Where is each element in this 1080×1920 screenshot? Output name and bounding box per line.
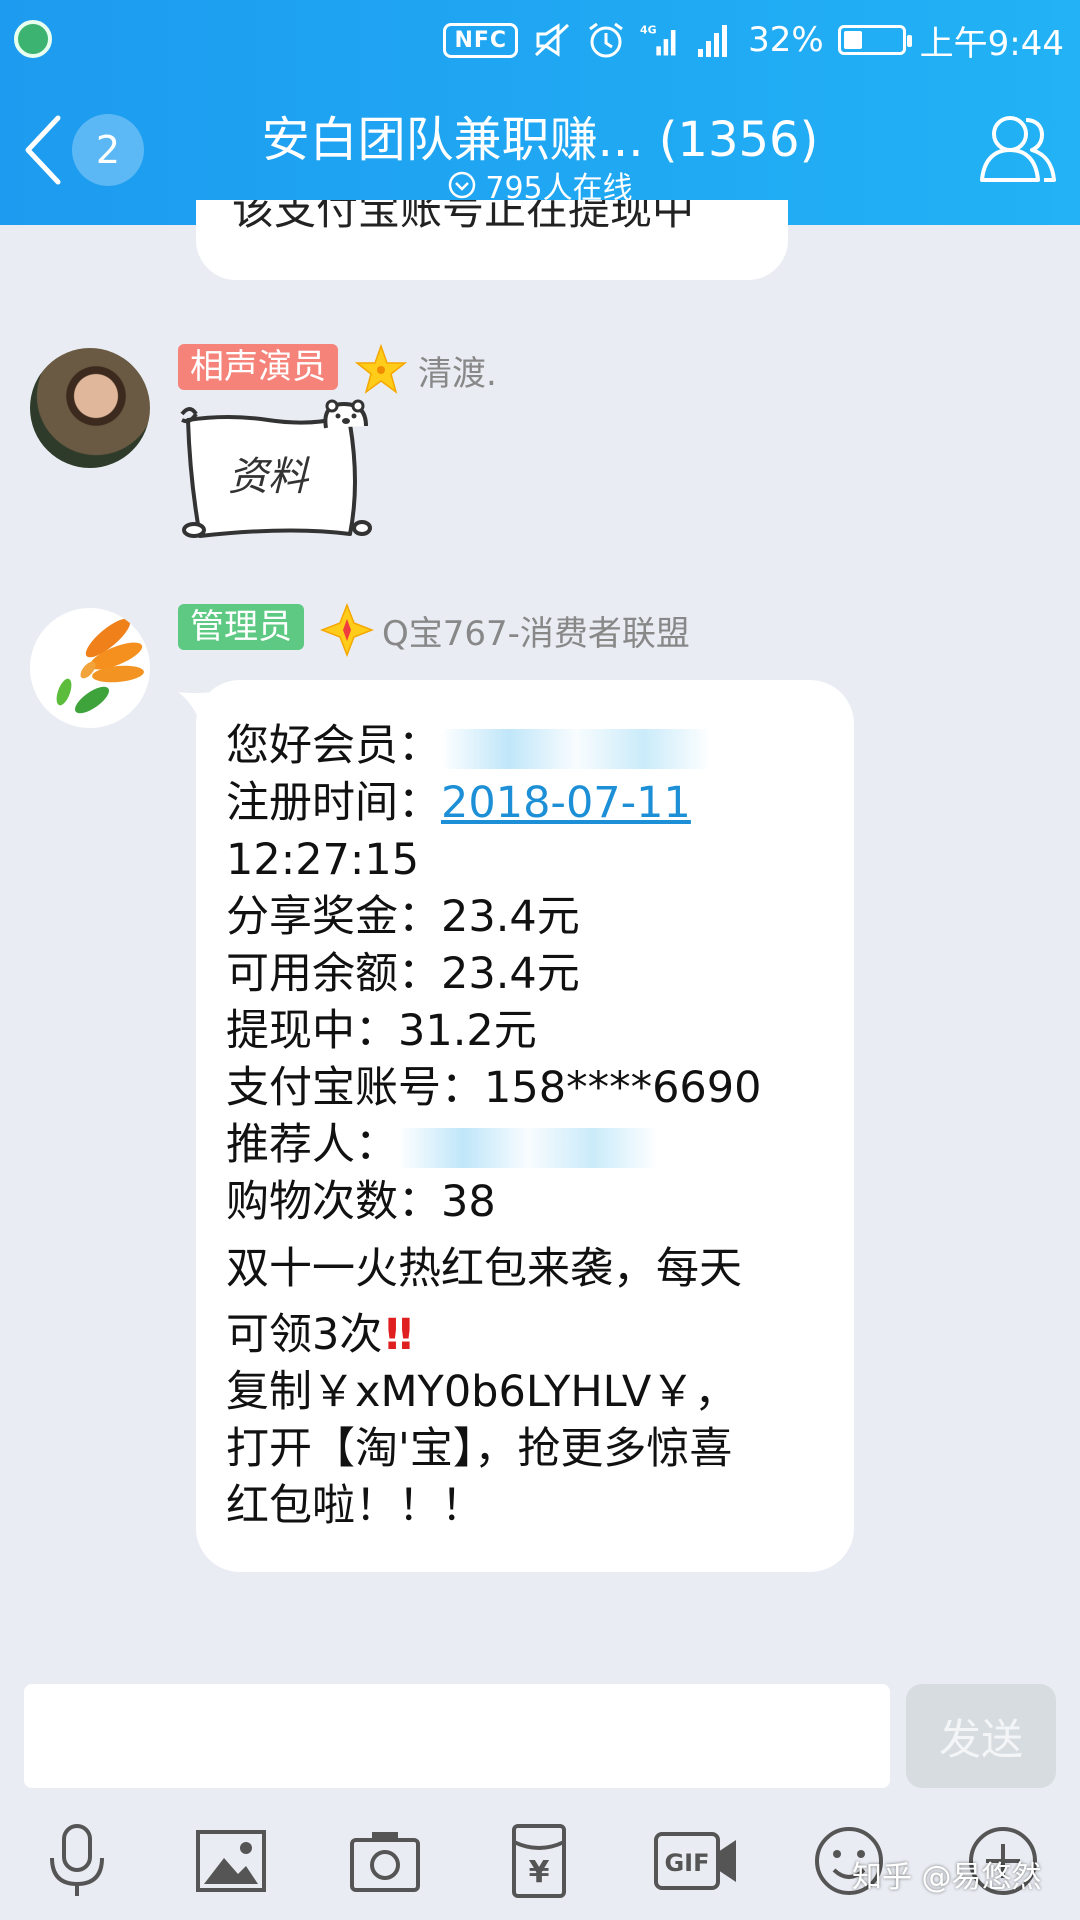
nfc-icon: NFC [443, 22, 519, 58]
referrer-label: 推荐人： [226, 1120, 398, 1170]
back-arrow-icon[interactable] [20, 112, 64, 188]
chat-header: NFC 4G 32% 上午9:44 2 安白团队兼职赚... (1356) 79… [0, 0, 1080, 225]
avatar[interactable] [30, 608, 150, 728]
online-check-icon [449, 171, 476, 199]
referrer-line: 推荐人： [226, 1117, 826, 1174]
withdrawing-amount: 提现中：31.2元 [226, 1006, 537, 1056]
svg-text:¥: ¥ [529, 1855, 550, 1890]
sender-name[interactable]: Q宝767-消费者联盟 [382, 606, 690, 655]
partial-message-text: 该支付宝账号正在提现中 [232, 200, 695, 234]
battery-percent: 32% [748, 20, 824, 60]
sticker-text: 资料 [228, 454, 310, 500]
avatar[interactable] [30, 348, 150, 468]
promo-line-2-text: 可领3次 [226, 1310, 383, 1360]
partial-message-bubble[interactable]: 该支付宝账号正在提现中 [196, 200, 788, 280]
sender-name[interactable]: 清渡. [418, 346, 497, 395]
signal-4g-icon: 4G [640, 24, 676, 56]
diamond-level-icon [320, 603, 374, 657]
purchase-count: 购物次数：38 [226, 1177, 496, 1227]
message-input[interactable] [24, 1684, 890, 1788]
redacted-member-id [441, 728, 711, 769]
message-text: 您好会员： 注册时间：2018-07-11 12:27:15 分享奖金：23.4… [226, 718, 826, 1535]
camera-icon[interactable] [346, 1822, 424, 1900]
admin-badge: 管理员 [178, 604, 304, 650]
image-icon[interactable] [192, 1822, 270, 1900]
gif-icon[interactable]: GIF [652, 1822, 740, 1900]
battery-icon [837, 25, 912, 55]
battery-level [843, 31, 862, 49]
status-icons: NFC 4G 32% 上午9:44 [443, 16, 1064, 64]
status-bar: NFC 4G 32% 上午9:44 [0, 0, 1080, 80]
promo-line-2: 可领3次!! [226, 1307, 826, 1364]
mute-icon [535, 23, 570, 57]
alarm-icon [589, 22, 623, 58]
member-label: 您好会员： [226, 721, 441, 771]
promo-line-1: 双十一火热红包来袭，每天 [226, 1244, 742, 1294]
send-button[interactable]: 发送 [906, 1684, 1056, 1788]
registration-label: 注册时间： [226, 778, 441, 828]
registration-line: 注册时间：2018-07-11 [226, 775, 826, 832]
double-exclamation-icon: !! [382, 1310, 415, 1360]
promo-line-3: 复制￥xMY0b6LYHLV￥， [226, 1367, 738, 1417]
available-balance: 可用余额：23.4元 [226, 949, 580, 999]
red-packet-icon[interactable]: ¥ [500, 1822, 578, 1900]
share-bonus: 分享奖金：23.4元 [226, 892, 580, 942]
promo-line-5: 红包啦！！！ [226, 1481, 484, 1531]
svg-text:4G: 4G [640, 24, 657, 37]
star-level-icon [354, 343, 408, 394]
registration-date-link[interactable]: 2018-07-11 [441, 778, 691, 828]
svg-text:GIF: GIF [664, 1849, 709, 1877]
watermark: 知乎 @易悠然 [852, 1860, 1042, 1895]
member-title-badge: 相声演员 [178, 344, 338, 390]
member-line: 您好会员： [226, 718, 826, 775]
alipay-account: 支付宝账号：158****6690 [226, 1063, 762, 1113]
promo-line-4: 打开【淘'宝】，抢更多惊喜 [226, 1424, 733, 1474]
microphone-icon[interactable] [38, 1822, 116, 1900]
signal-icon [698, 25, 728, 57]
carrot-logo-icon [56, 618, 144, 714]
unread-count-badge[interactable]: 2 [72, 114, 144, 186]
group-members-icon[interactable] [978, 110, 1058, 186]
group-title: 安白团队兼职赚... (1356) [261, 112, 819, 168]
clock: 上午9:44 [919, 23, 1064, 64]
notification-icon [14, 20, 52, 58]
bear-sticker[interactable]: 资料 [176, 398, 376, 544]
redacted-referrer [398, 1127, 658, 1168]
registration-time: 12:27:15 [226, 835, 420, 885]
